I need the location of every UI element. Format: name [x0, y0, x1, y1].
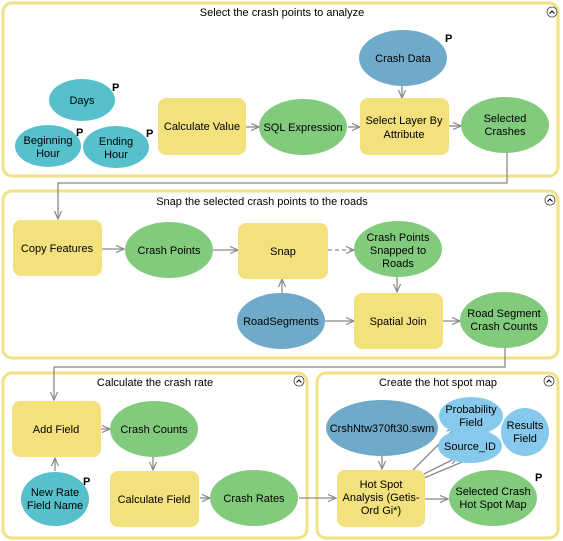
svg-text:Analysis (Getis-: Analysis (Getis-	[342, 492, 419, 504]
parameter-marker: P	[76, 127, 83, 139]
svg-text:SQL Expression: SQL Expression	[263, 122, 342, 134]
node-selected-crashes[interactable]: Selected Crashes	[461, 97, 549, 153]
model-diagram: Select the crash points to analyze Snap …	[1, 1, 560, 540]
group-title: Snap the selected crash points to the ro…	[156, 196, 368, 208]
svg-text:New Rate: New Rate	[31, 487, 79, 499]
parameter-marker: P	[83, 476, 90, 488]
node-crshntw370ft30-swm[interactable]: CrshNtw370ft30.swm	[326, 400, 438, 456]
parameter-marker: P	[146, 128, 153, 140]
node-snap[interactable]: Snap	[238, 223, 328, 279]
svg-text:Field Name: Field Name	[27, 500, 83, 512]
svg-text:Hot Spot Map: Hot Spot Map	[459, 499, 526, 511]
svg-text:Probability: Probability	[445, 404, 497, 416]
node-crash-counts[interactable]: Crash Counts	[110, 401, 198, 457]
node-calculate-field[interactable]: Calculate Field	[110, 471, 199, 527]
collapse-icon[interactable]	[293, 375, 305, 387]
node-copy-features[interactable]: Copy Features	[13, 220, 102, 276]
svg-text:Selected: Selected	[484, 113, 527, 125]
collapse-icon[interactable]	[544, 194, 556, 206]
svg-text:Roads: Roads	[382, 258, 414, 270]
svg-text:Results: Results	[507, 420, 544, 432]
node-crash-rates[interactable]: Crash Rates	[210, 470, 298, 526]
svg-text:Crash Points: Crash Points	[367, 232, 430, 244]
collapse-icon[interactable]	[543, 375, 555, 387]
node-source-id[interactable]: Source_ID	[438, 429, 502, 463]
svg-text:Calculate Value: Calculate Value	[164, 121, 240, 133]
node-crash-points[interactable]: Crash Points	[125, 222, 213, 278]
svg-text:Ending: Ending	[99, 136, 133, 148]
svg-text:Attribute: Attribute	[384, 129, 425, 141]
svg-text:Hour: Hour	[36, 148, 60, 160]
svg-text:Spatial Join: Spatial Join	[370, 316, 427, 328]
parameter-marker: P	[535, 472, 542, 484]
svg-text:Beginning: Beginning	[24, 135, 73, 147]
svg-text:Snapped to: Snapped to	[370, 245, 426, 257]
node-crash-points-snapped[interactable]: Crash Points Snapped to Roads	[354, 221, 442, 277]
svg-text:Hour: Hour	[104, 149, 128, 161]
svg-text:Field: Field	[513, 433, 537, 445]
group-title: Calculate the crash rate	[97, 377, 213, 389]
collapse-icon[interactable]	[546, 6, 558, 18]
svg-text:Crash Points: Crash Points	[138, 245, 201, 257]
svg-text:Road Segment: Road Segment	[467, 308, 540, 320]
node-results-field[interactable]: Results Field	[501, 408, 549, 456]
svg-text:Add Field: Add Field	[33, 424, 79, 436]
svg-text:Crashes: Crashes	[485, 126, 526, 138]
svg-text:Copy Features: Copy Features	[21, 243, 94, 255]
svg-text:CrshNtw370ft30.swm: CrshNtw370ft30.swm	[330, 423, 435, 435]
parameter-marker: P	[445, 33, 452, 45]
group-title: Select the crash points to analyze	[200, 7, 364, 19]
node-spatial-join[interactable]: Spatial Join	[354, 293, 443, 349]
svg-text:Source_ID: Source_ID	[444, 441, 496, 453]
svg-text:Crash Counts: Crash Counts	[470, 321, 538, 333]
svg-text:Selected Crash: Selected Crash	[455, 486, 530, 498]
node-road-segments[interactable]: RoadSegments	[237, 293, 325, 349]
svg-text:RoadSegments: RoadSegments	[243, 316, 319, 328]
svg-text:Snap: Snap	[270, 246, 296, 258]
group-title: Create the hot spot map	[379, 377, 497, 389]
node-add-field[interactable]: Add Field	[12, 401, 101, 457]
svg-text:Crash Rates: Crash Rates	[223, 493, 285, 505]
svg-text:Field: Field	[459, 417, 483, 429]
node-hot-spot-analysis[interactable]: Hot Spot Analysis (Getis- Ord Gi*)	[337, 470, 425, 527]
svg-text:Days: Days	[69, 95, 95, 107]
svg-text:Select Layer By: Select Layer By	[365, 115, 443, 127]
svg-text:Crash Counts: Crash Counts	[120, 424, 188, 436]
svg-text:Crash Data: Crash Data	[375, 53, 432, 65]
svg-text:Ord Gi*): Ord Gi*)	[361, 505, 401, 517]
svg-text:Hot Spot: Hot Spot	[360, 479, 403, 491]
node-calculate-value[interactable]: Calculate Value	[158, 98, 246, 155]
parameter-marker: P	[112, 82, 119, 94]
node-sql-expression[interactable]: SQL Expression	[259, 99, 347, 155]
node-select-layer-by-attribute[interactable]: Select Layer By Attribute	[360, 98, 449, 155]
node-road-segment-crash-counts[interactable]: Road Segment Crash Counts	[460, 292, 548, 348]
svg-text:Calculate Field: Calculate Field	[118, 494, 191, 506]
